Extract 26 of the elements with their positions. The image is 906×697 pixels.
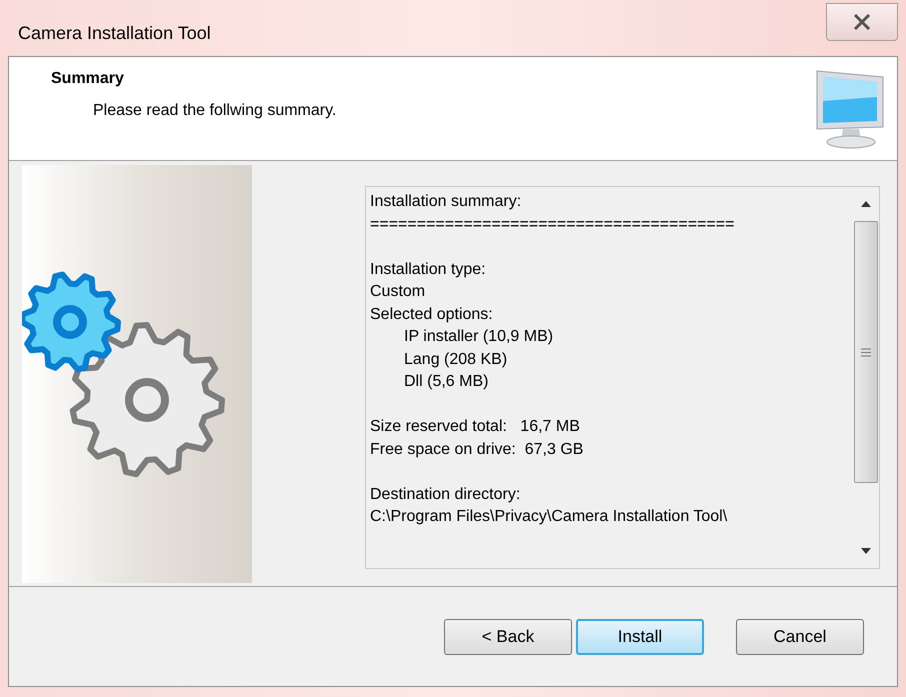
page-subtitle: Please read the follwing summary. (93, 101, 336, 121)
summary-line: Free space on drive: 67,3 GB (370, 440, 584, 460)
dialog-button[interactable]: Install (576, 618, 704, 654)
summary-line: ======================================= (370, 214, 734, 234)
close-button[interactable] (826, 3, 898, 41)
dialog-button[interactable]: < Back (444, 618, 572, 654)
grip-icon (860, 348, 870, 356)
summary-line: IP installer (10,9 MB) (403, 327, 554, 347)
summary-line: Installation type: (370, 260, 486, 280)
summary-line: C:\Program Files\Privacy\Camera Installation Tool\ (370, 507, 728, 527)
summary-line: Installation summary: (370, 192, 522, 212)
small-gear-icon (22, 272, 121, 372)
summary-line: Dll (5,6 MB) (403, 372, 488, 392)
scroll-down-icon (860, 548, 870, 554)
summary-line: Size reserved total: 16,7 MB (370, 417, 580, 437)
close-icon (853, 14, 871, 30)
window-title: Camera Installation Tool (18, 22, 211, 45)
page-title: Summary (51, 69, 125, 89)
scroll-thumb[interactable] (854, 221, 878, 483)
dialog-button[interactable]: Cancel (736, 618, 864, 654)
summary-line: Custom (370, 282, 426, 302)
large-gear-icon (70, 322, 225, 478)
summary-line: Destination directory: (370, 484, 520, 504)
summary-line: Selected options: (370, 304, 493, 324)
scroll-up-icon (860, 201, 870, 207)
summary-line: Lang (208 KB) (403, 350, 508, 370)
